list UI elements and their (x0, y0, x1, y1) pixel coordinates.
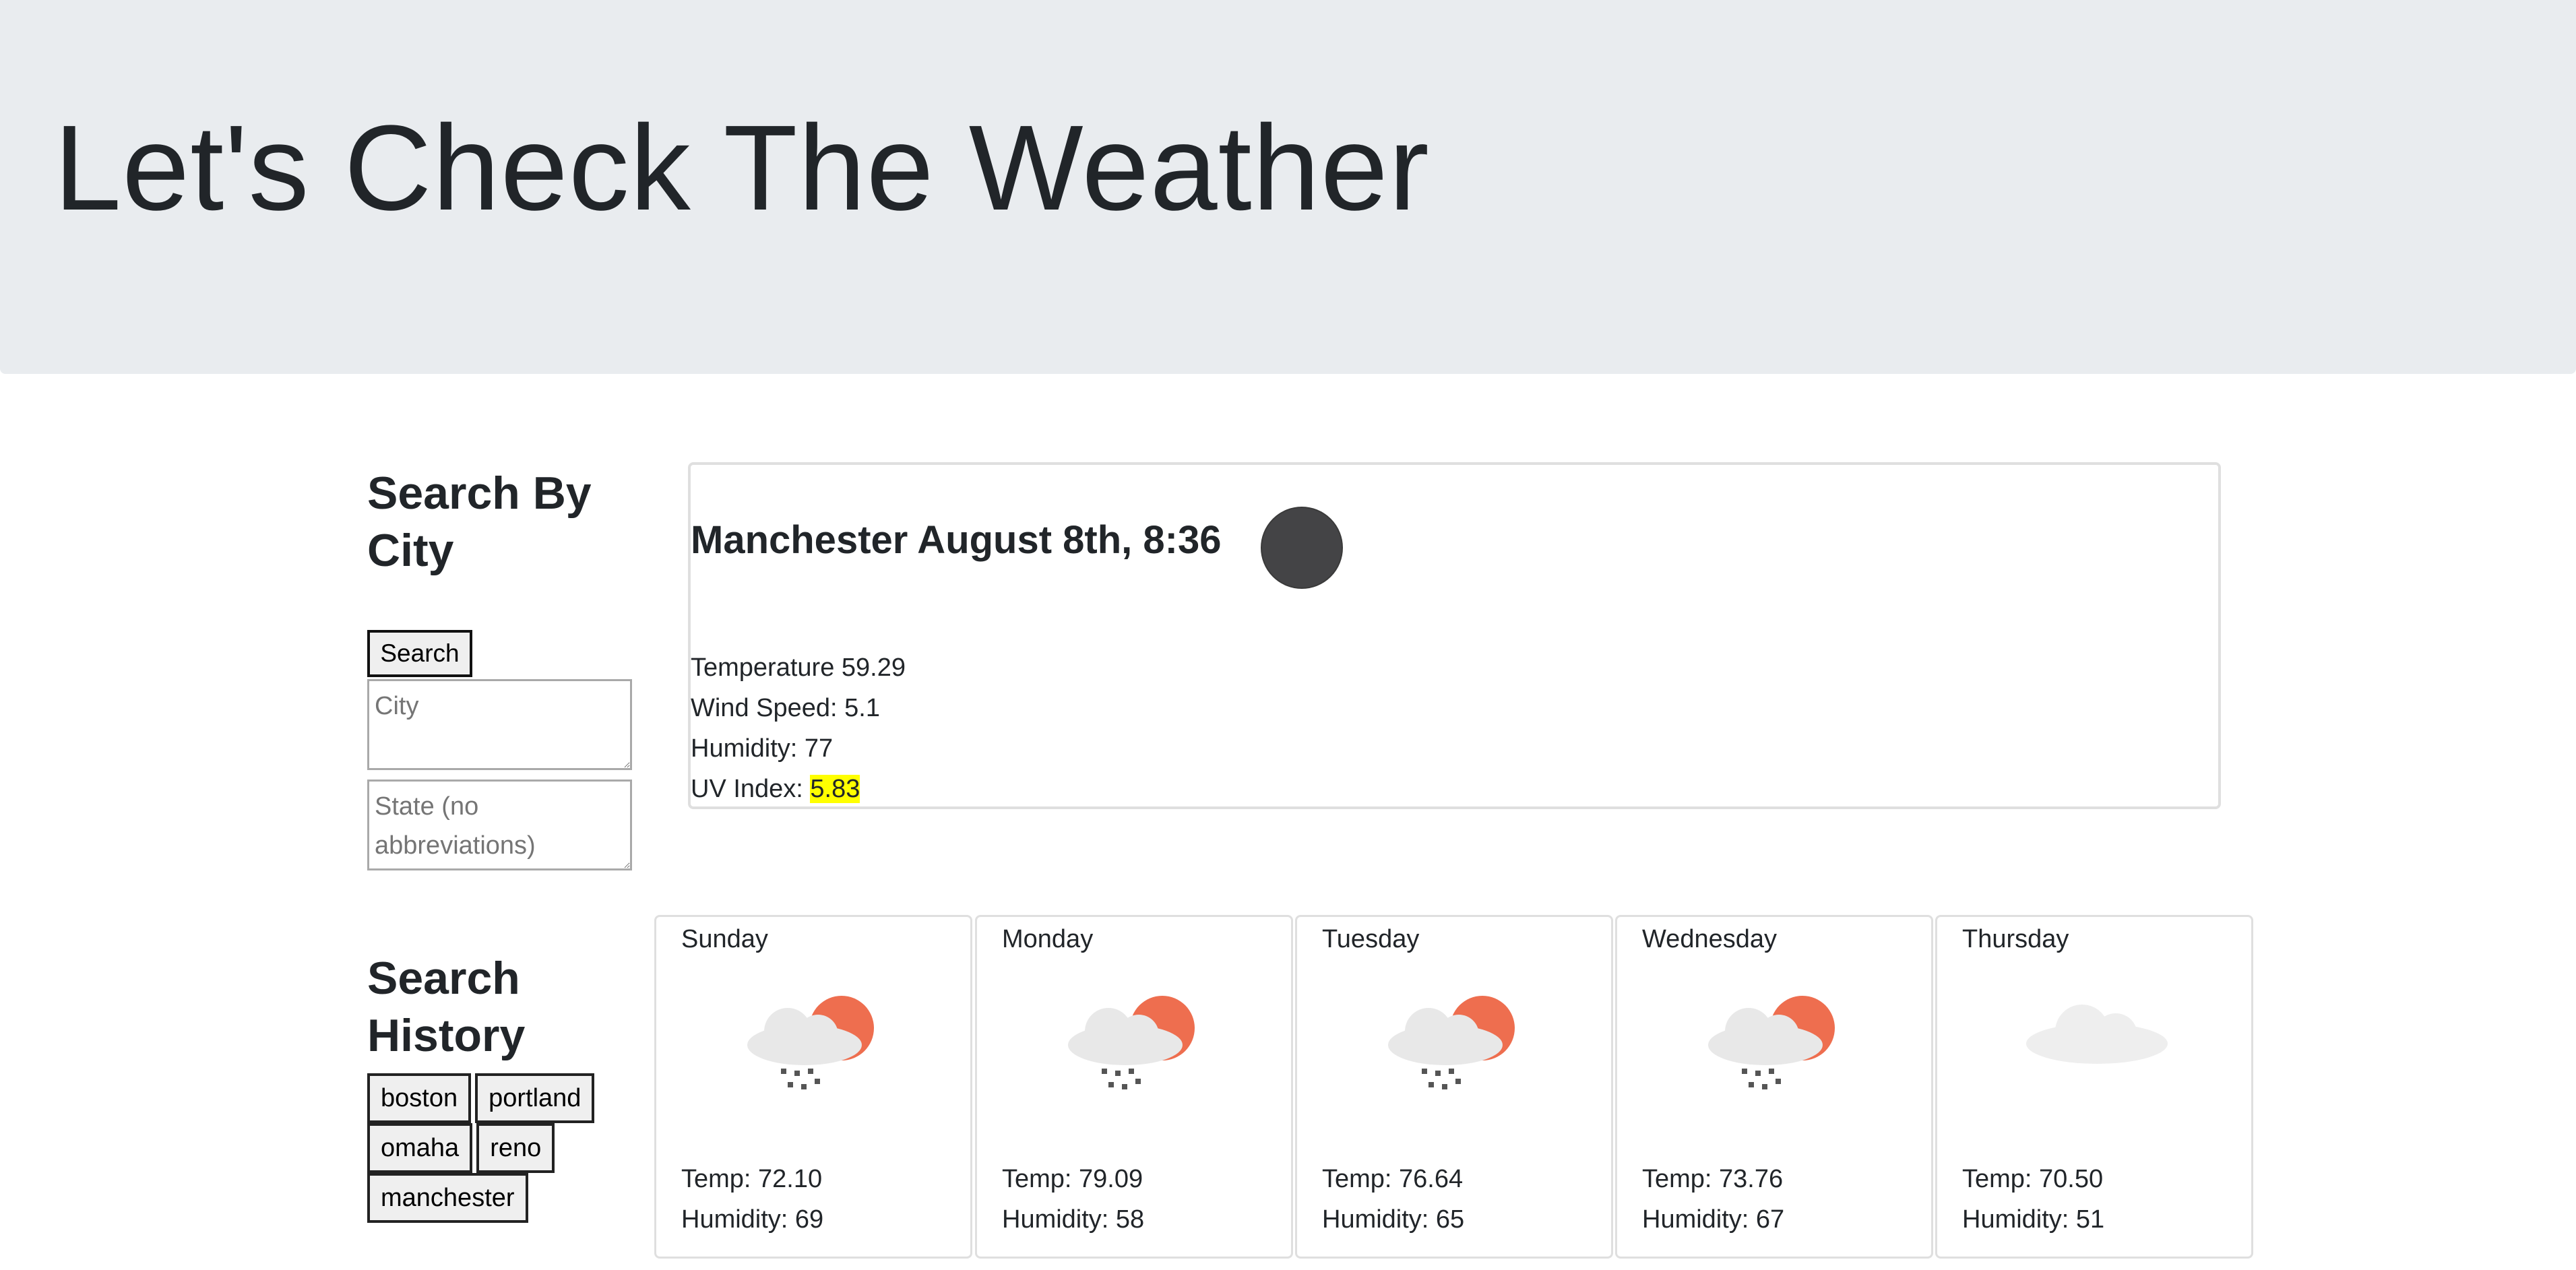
forecast-day: Thursday (1962, 925, 2069, 953)
uv-index-label: UV Index: (691, 775, 811, 803)
forecast-humidity: Humidity: 69 (681, 1205, 824, 1234)
rain-partly-cloudy-icon (1708, 996, 1835, 1089)
forecast-day: Monday (1002, 925, 1094, 953)
forecast-card: Sunday Temp: 72.10 Humidity: 69 (654, 915, 972, 1259)
current-weather-panel: Manchester August 8th, 8:36 Temperature … (688, 462, 2221, 809)
history-item-reno[interactable]: reno (476, 1123, 555, 1173)
history-heading: Search History (367, 953, 526, 1061)
header-banner: Let's Check The Weather (0, 0, 2576, 374)
history-item-portland[interactable]: portland (475, 1073, 595, 1123)
uv-index-row: UV Index: 5.83 (691, 775, 860, 804)
search-heading: Search By City (367, 468, 592, 576)
temperature-text: Temperature 59.29 (691, 654, 906, 682)
forecast-day: Tuesday (1322, 925, 1420, 953)
rain-partly-cloudy-icon (747, 996, 874, 1089)
forecast-card: Monday Temp: 79.09 Humidity: 58 (975, 915, 1293, 1259)
forecast-humidity: Humidity: 58 (1002, 1205, 1145, 1234)
forecast-temp: Temp: 70.50 (1962, 1165, 2104, 1193)
rain-partly-cloudy-icon (1388, 996, 1515, 1089)
forecast-temp: Temp: 72.10 (681, 1165, 823, 1193)
rain-partly-cloudy-icon (1068, 996, 1195, 1089)
wind-speed-text: Wind Speed: 5.1 (691, 694, 880, 722)
cloud-icon (2026, 1005, 2168, 1064)
forecast-card: Thursday Temp: 70.50 Humidity: 51 (1935, 915, 2253, 1259)
forecast-card: Wednesday Temp: 73.76 Humidity: 67 (1615, 915, 1933, 1259)
search-button[interactable]: Search (367, 630, 472, 677)
city-input[interactable] (367, 679, 632, 770)
humidity-text: Humidity: 77 (691, 734, 834, 763)
search-history-list: boston portland omaha reno manchester (367, 1073, 610, 1223)
state-input[interactable] (367, 780, 632, 870)
forecast-temp: Temp: 76.64 (1322, 1165, 1464, 1193)
forecast-day: Wednesday (1642, 925, 1777, 953)
history-item-manchester[interactable]: manchester (367, 1173, 528, 1223)
forecast-humidity: Humidity: 67 (1642, 1205, 1785, 1234)
history-item-boston[interactable]: boston (367, 1073, 472, 1123)
forecast-humidity: Humidity: 51 (1962, 1205, 2105, 1234)
weather-icon (1261, 507, 1343, 589)
forecast-temp: Temp: 73.76 (1642, 1165, 1784, 1193)
forecast-day: Sunday (681, 925, 768, 953)
history-item-omaha[interactable]: omaha (367, 1123, 473, 1173)
page-title: Let's Check The Weather (54, 100, 1430, 236)
forecast-card: Tuesday Temp: 76.64 Humidity: 65 (1295, 915, 1613, 1259)
forecast-temp: Temp: 79.09 (1002, 1165, 1143, 1193)
forecast-humidity: Humidity: 65 (1322, 1205, 1465, 1234)
uv-index-badge: 5.83 (810, 775, 860, 803)
current-weather-title: Manchester August 8th, 8:36 (691, 518, 1222, 562)
